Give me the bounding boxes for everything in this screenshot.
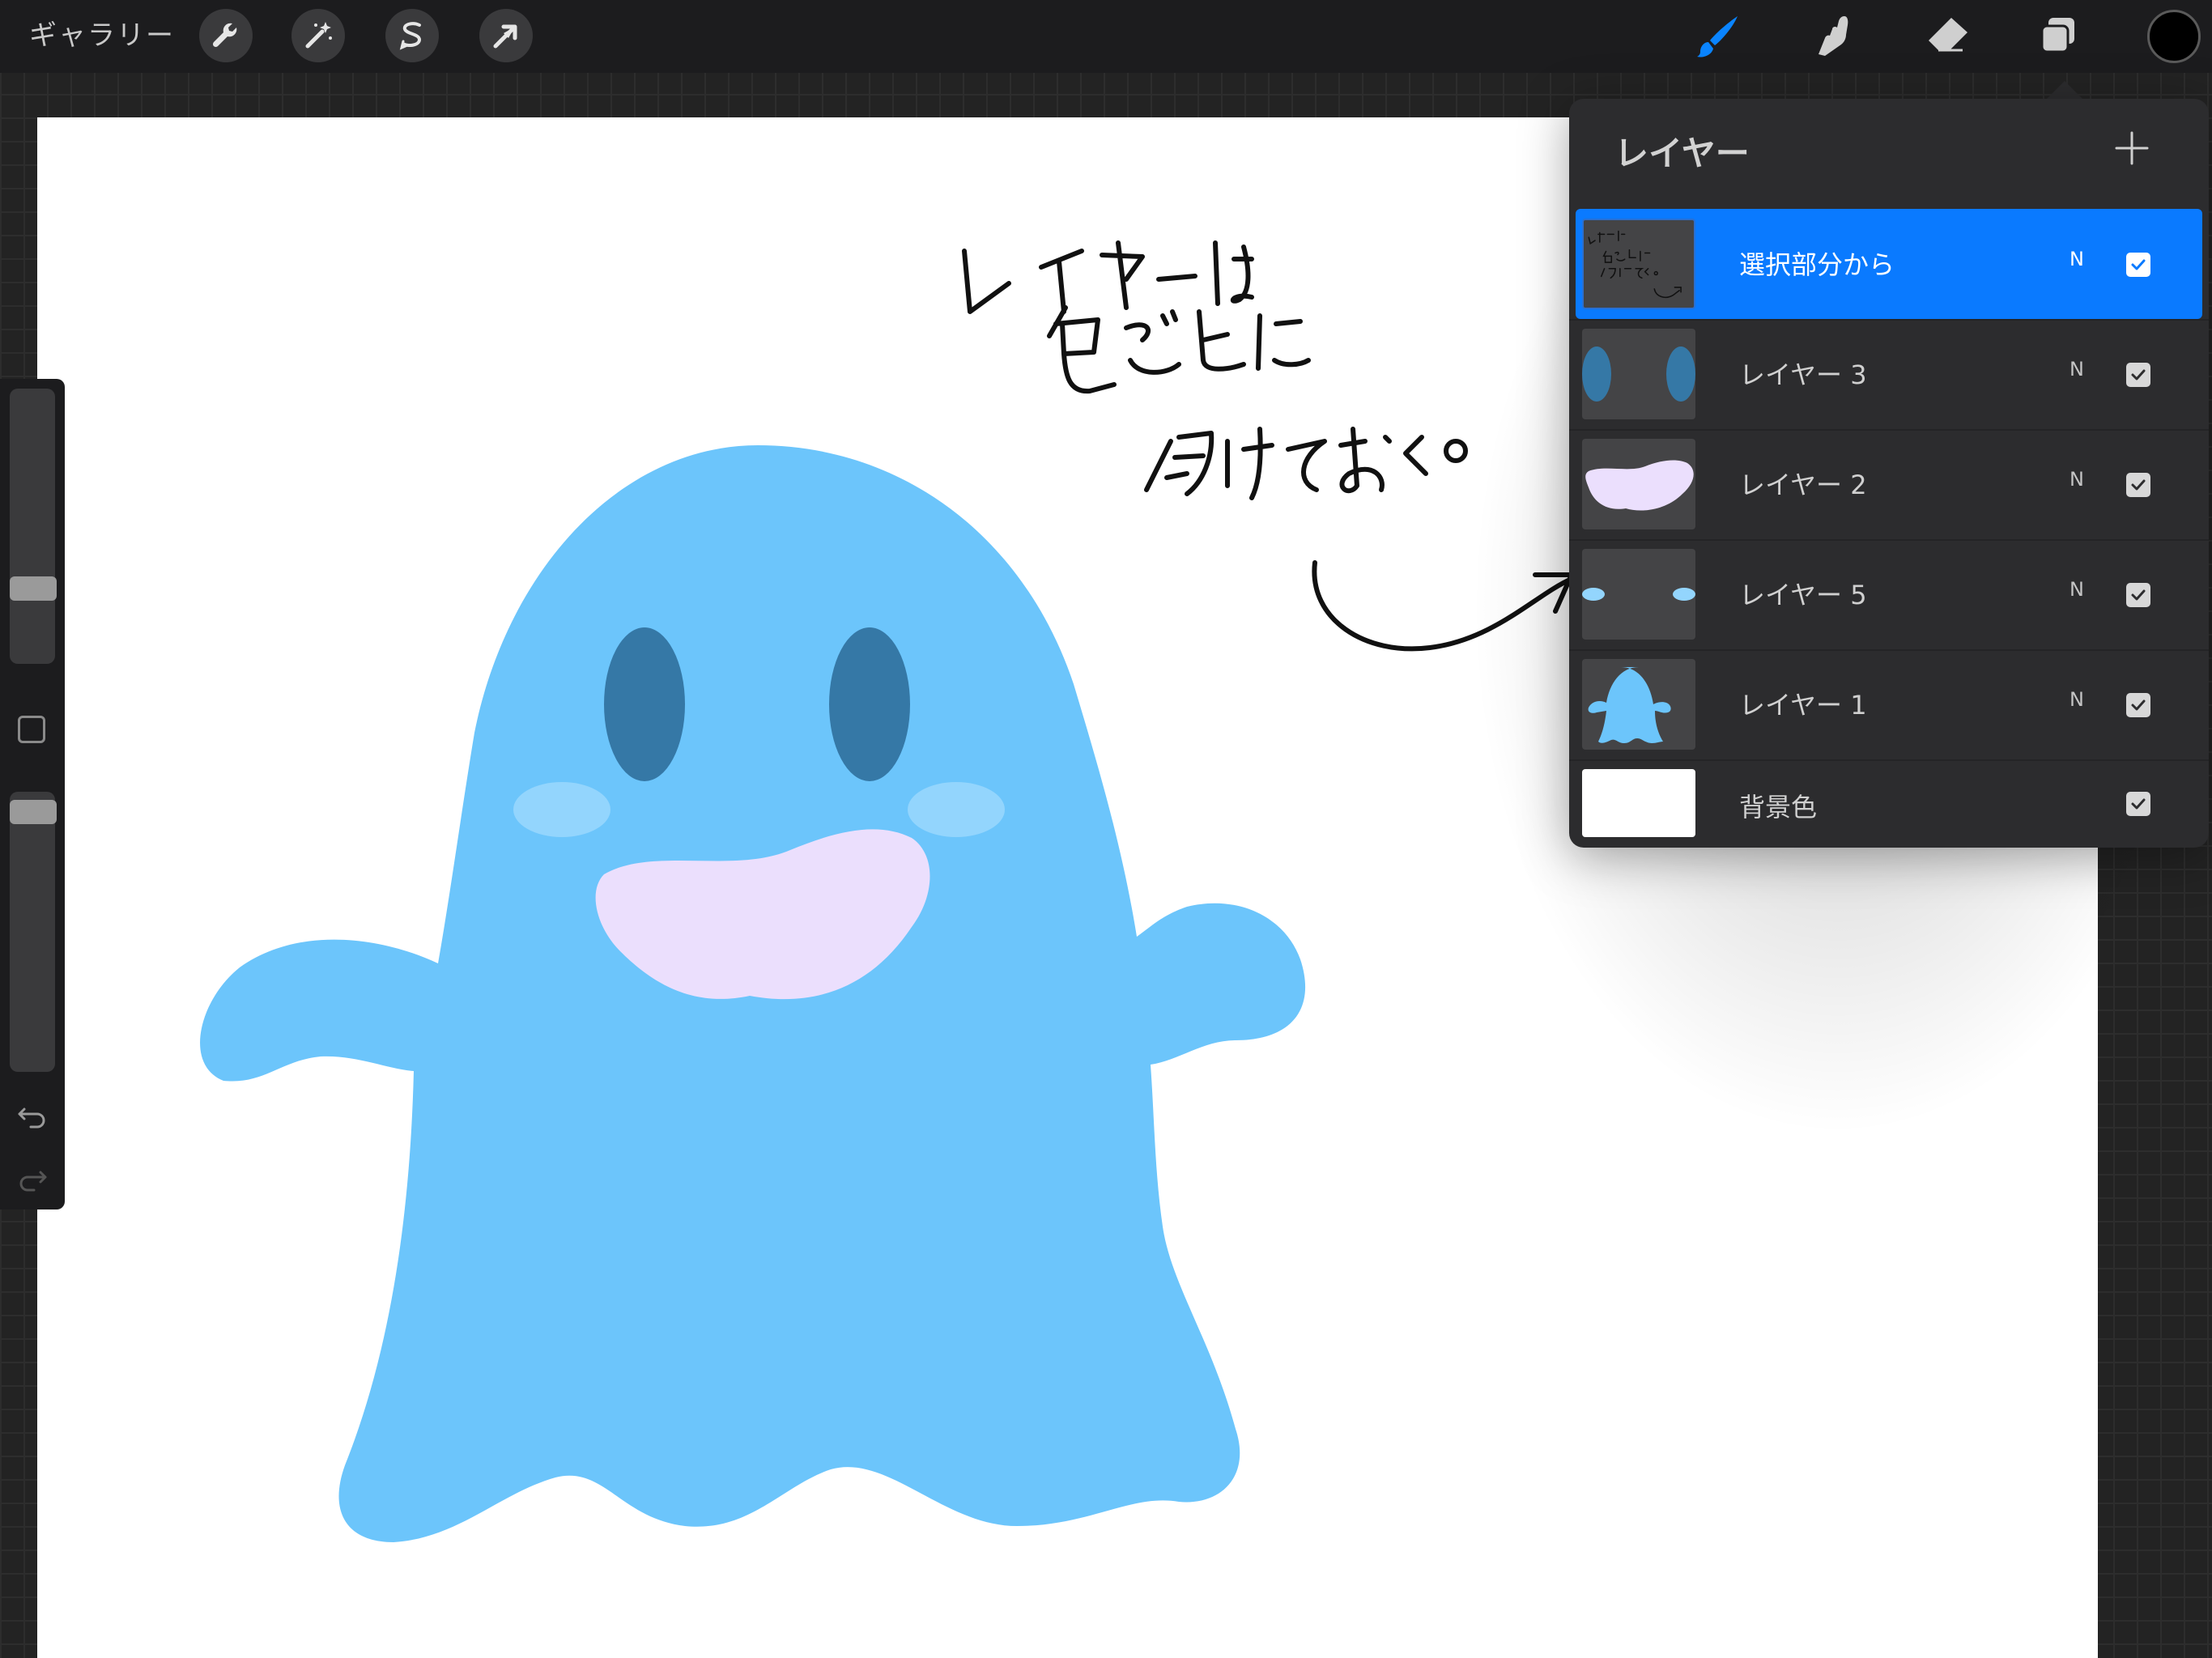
magic-wand-icon[interactable] [291,9,345,62]
layer-name: 背景色 [1739,792,1818,823]
layer-thumbnail [1582,329,1695,419]
blend-mode-button[interactable]: N [2069,248,2084,270]
modify-button[interactable] [18,716,45,743]
ghost-left-eye [604,627,685,781]
layer-row[interactable]: レイヤー 5 N [1569,539,2209,649]
background-layer-row[interactable]: 背景色 [1569,759,2209,848]
layer-name: レイヤー 3 [1739,359,1867,390]
selection-icon[interactable] [385,9,439,62]
brush-size-slider[interactable] [10,389,55,664]
layer-thumbnail [1582,439,1695,529]
top-toolbar: ギャラリー [0,0,2212,73]
layers-panel-caret [2045,81,2084,100]
layer-row[interactable]: レイヤー 1 N [1569,649,2209,759]
layer-thumbnail [1582,659,1695,750]
brush-size-handle[interactable] [10,576,57,601]
transform-arrow-icon[interactable] [479,9,533,62]
layers-panel-title: レイヤー [1614,134,1750,173]
layer-thumbnail [1582,769,1695,837]
visibility-checkbox[interactable] [2126,792,2150,816]
visibility-checkbox[interactable] [2126,253,2150,277]
layer-row[interactable]: レイヤー 2 N [1569,429,2209,539]
visibility-checkbox[interactable] [2126,363,2150,387]
wrench-icon[interactable] [199,9,253,62]
ghost-right-eye [829,627,910,781]
color-picker[interactable] [2147,10,2201,63]
undo-icon[interactable] [15,1098,50,1133]
blend-mode-button[interactable]: N [2069,578,2084,601]
blend-mode-button[interactable]: N [2069,358,2084,380]
redo-icon[interactable] [15,1161,50,1197]
opacity-handle[interactable] [10,800,57,824]
visibility-checkbox[interactable] [2126,583,2150,607]
pointer-arrow [1312,560,1574,652]
handwritten-note [962,240,1468,500]
brush-icon[interactable] [1691,8,1746,63]
plus-icon[interactable] [2112,128,2152,168]
layer-row-selected[interactable]: 選択部分から N [1576,209,2202,319]
gallery-button[interactable]: ギャラリー [29,15,175,57]
layers-panel: レイヤー 選択部分から N レイヤー 3 N レイヤー 2 N レイヤー 5 N… [1569,99,2209,848]
visibility-checkbox[interactable] [2126,473,2150,497]
layer-name: レイヤー 5 [1739,580,1867,610]
layer-thumbnail [1582,219,1695,309]
layer-name: 選択部分から [1739,249,1895,280]
layer-name: レイヤー 1 [1739,690,1867,721]
visibility-checkbox[interactable] [2126,693,2150,717]
ghost-right-cheek [908,782,1005,837]
layers-icon[interactable] [2031,8,2086,63]
eraser-icon[interactable] [1919,8,1974,63]
blend-mode-button[interactable]: N [2069,468,2084,491]
blend-mode-button[interactable]: N [2069,688,2084,711]
layer-name: レイヤー 2 [1739,470,1867,500]
opacity-slider[interactable] [10,792,55,1072]
layer-thumbnail [1582,549,1695,640]
smudge-icon[interactable] [1806,8,1861,63]
left-sidebar [0,379,65,1209]
layer-row[interactable]: レイヤー 3 N [1569,319,2209,429]
ghost-left-cheek [513,782,610,837]
